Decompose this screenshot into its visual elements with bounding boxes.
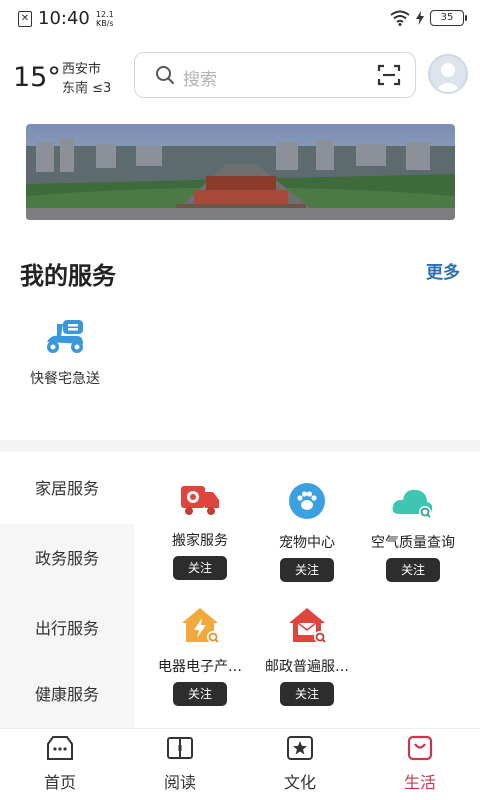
city-name: 西安市 [62,62,102,77]
category-government-service[interactable]: 政务服务 [0,524,134,594]
search-placeholder: 搜索 [183,70,217,90]
follow-button[interactable]: 关注 [173,682,227,706]
battery-indicator: 35 [430,10,467,26]
app-screen: ✕ 10:40 12.1 KB/s 35 15° 西安市 东南 ≤3 搜索 我的… [0,0,480,800]
moving-truck-icon [181,486,219,515]
my-service-item[interactable]: 快餐宅急送 [20,316,110,388]
follow-button[interactable]: 关注 [280,682,334,706]
wind-info: 东南 ≤3 [62,81,112,96]
service-tile[interactable]: 搬家服务 关注 [140,482,260,580]
avatar[interactable] [428,54,468,94]
book-icon [167,737,193,759]
my-services-title: 我的服务 [20,262,116,290]
house-lightning-icon [182,608,219,643]
category-list: 家居服务 政务服务 出行服务 健康服务 [0,452,134,730]
service-label: 电器电子产… [158,659,242,675]
wifi-icon [390,10,410,26]
service-grid: 搬家服务 关注 宠物中心 关注 空气质量查询 关注 电器电子产… 关注 邮政普遍… [134,452,480,728]
category-home-service[interactable]: 家居服务 [0,454,134,524]
search-box[interactable]: 搜索 [134,52,416,98]
tab-reading[interactable]: 阅读 [135,735,225,793]
category-travel-service[interactable]: 出行服务 [0,594,134,664]
service-tile[interactable]: 邮政普遍服… 关注 [247,606,367,706]
star-icon [287,736,313,760]
category-health-service[interactable]: 健康服务 [0,660,134,730]
city-banner-image[interactable] [26,124,455,220]
status-bar: ✕ 10:40 12.1 KB/s 35 [0,0,480,40]
tab-label: 文化 [283,773,316,792]
charging-icon [416,11,424,25]
weather-location[interactable]: 西安市 东南 ≤3 [62,60,111,98]
tab-label: 生活 [403,773,436,792]
section-divider [0,440,480,452]
service-label: 空气质量查询 [371,535,455,551]
search-icon [156,66,174,84]
temperature[interactable]: 15° [13,62,61,93]
top-header: 15° 西安市 东南 ≤3 搜索 [0,48,480,104]
my-service-label: 快餐宅急送 [30,371,100,387]
mail-house-icon [289,608,326,643]
tab-label: 首页 [43,773,76,792]
notification-icon: ✕ [18,10,32,27]
service-label: 搬家服务 [172,533,228,549]
scooter-icon [47,320,83,353]
bag-icon [407,735,433,761]
more-link[interactable]: 更多 [426,258,460,283]
tab-life[interactable]: 生活 [375,735,465,793]
tab-label: 阅读 [163,773,196,792]
network-speed-unit: KB/s [95,18,114,28]
service-label: 宠物中心 [279,535,335,551]
home-icon [47,736,73,760]
tab-home[interactable]: 首页 [15,735,105,793]
service-tile[interactable]: 宠物中心 关注 [247,482,367,582]
paw-icon [289,483,325,519]
service-tile[interactable]: 电器电子产… 关注 [140,606,260,706]
user-icon [434,63,462,92]
network-speed: 12.1 KB/s [96,10,114,28]
service-tile[interactable]: 空气质量查询 关注 [353,482,473,582]
status-time: 10:40 [38,8,90,29]
tab-culture[interactable]: 文化 [255,735,345,793]
network-speed-value: 12.1 [95,9,114,19]
bottom-tab-bar: 首页 阅读 文化 生活 [0,728,480,800]
service-label: 邮政普遍服… [265,659,349,675]
follow-button[interactable]: 关注 [386,558,440,582]
follow-button[interactable]: 关注 [280,558,334,582]
follow-button[interactable]: 关注 [173,556,227,580]
scan-icon[interactable] [377,63,401,87]
cloud-icon [392,489,433,518]
